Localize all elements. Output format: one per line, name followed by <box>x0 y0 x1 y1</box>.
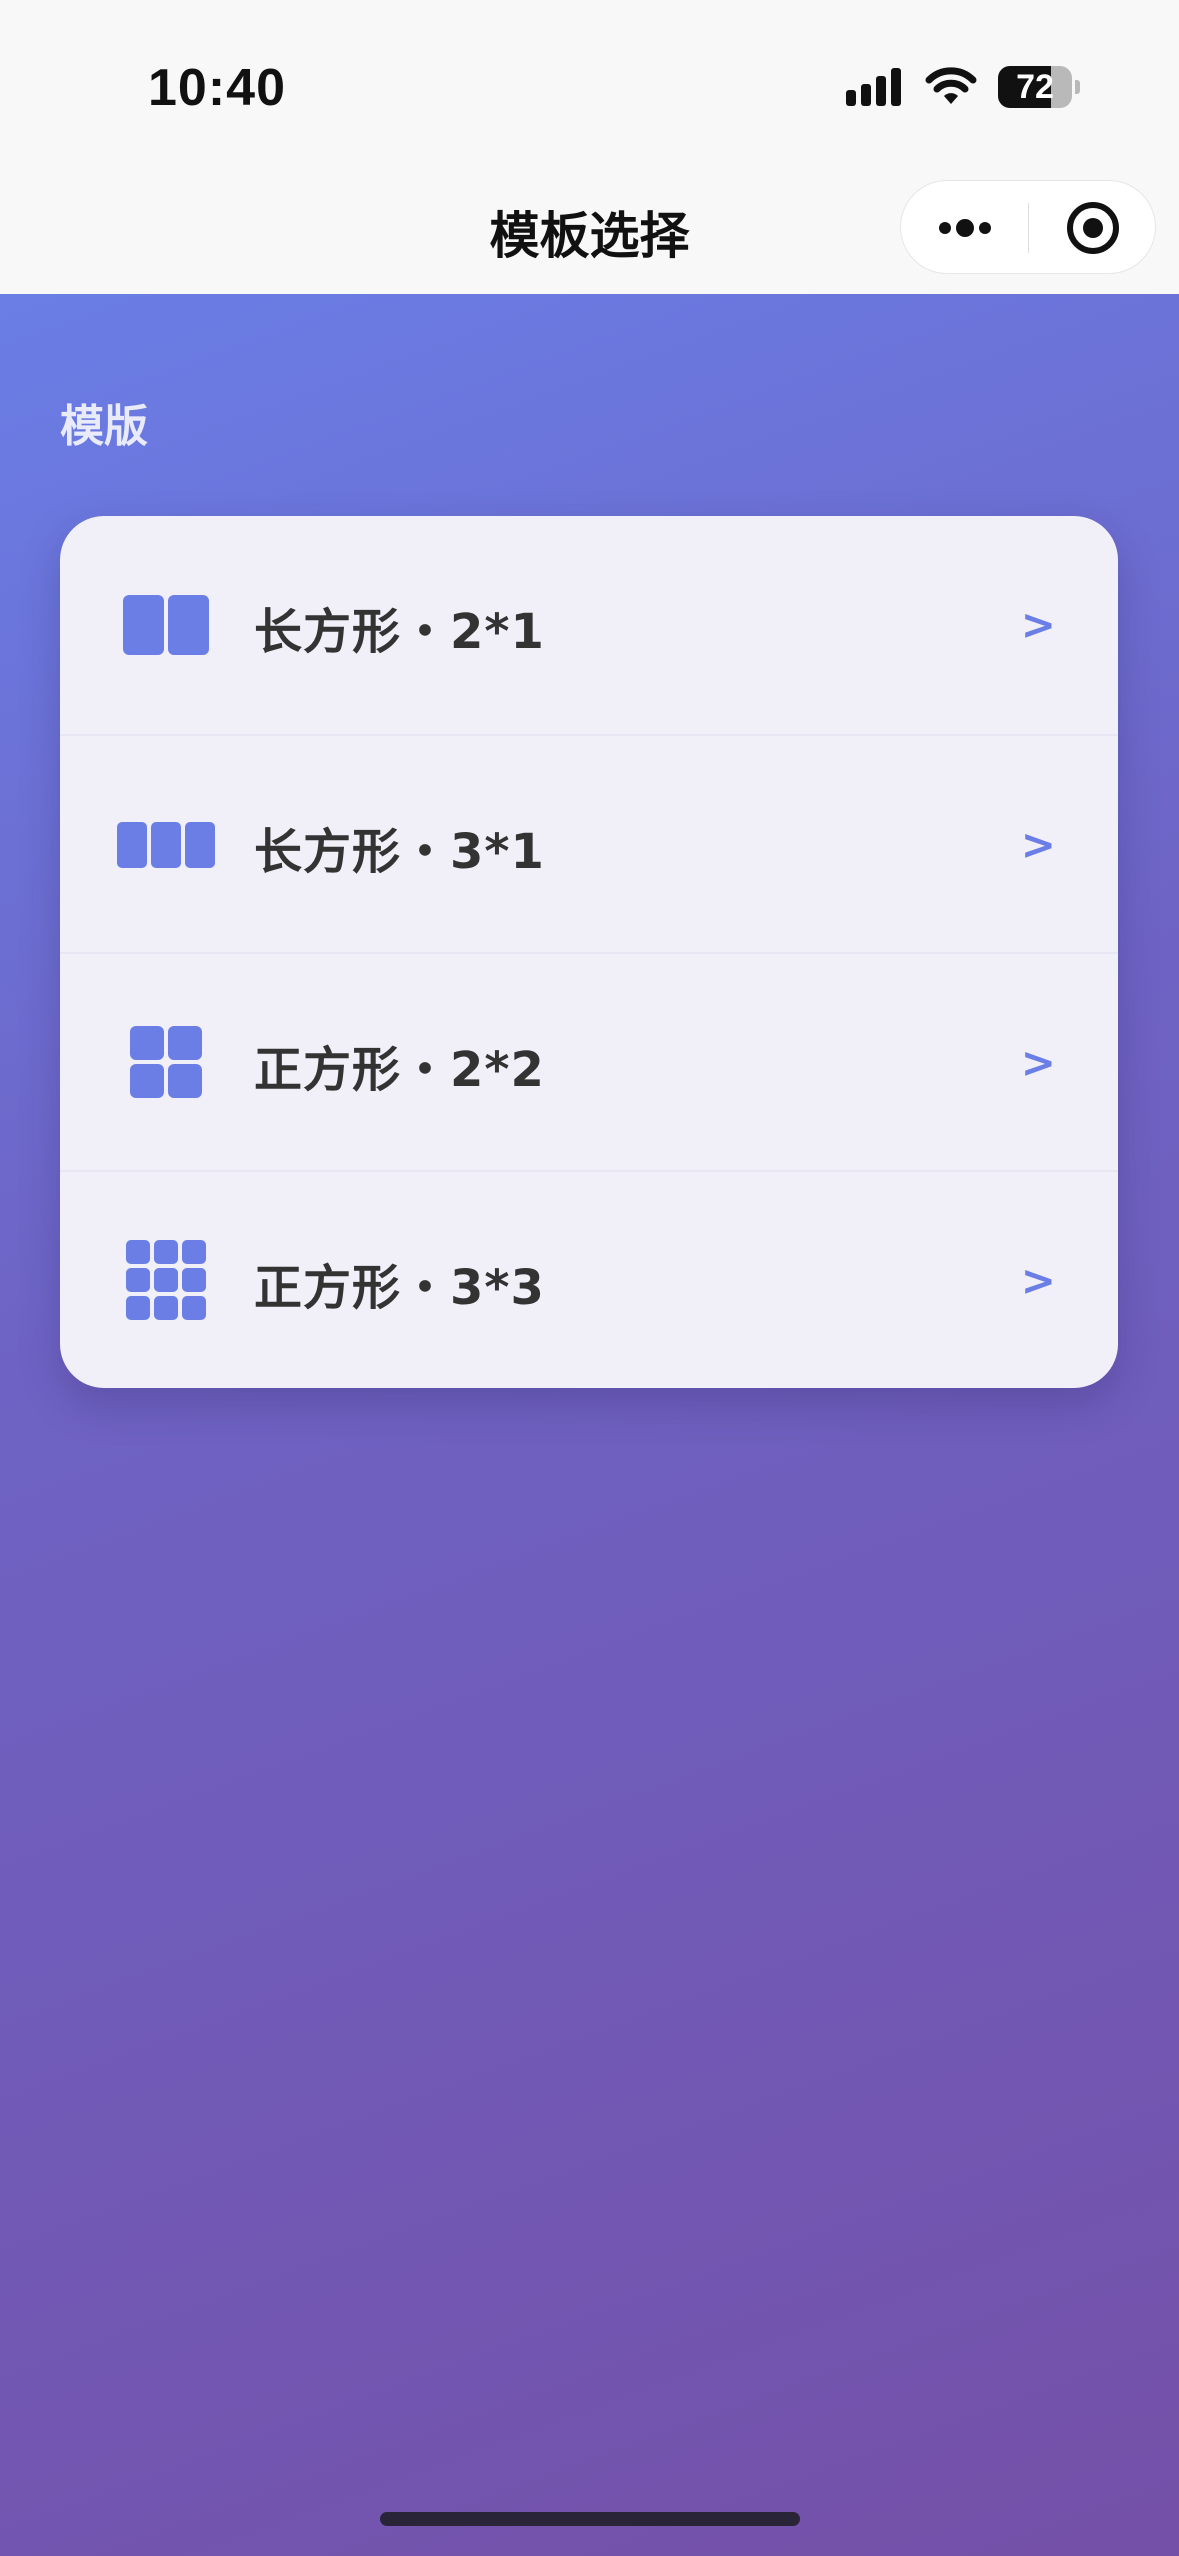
battery-icon: 72 <box>998 66 1080 108</box>
template-label: 长方形・2*1 <box>254 604 545 660</box>
template-row-rect-3x1[interactable]: 长方形・3*1 > <box>60 734 1118 952</box>
template-label: 长方形・3*1 <box>254 824 545 880</box>
home-indicator[interactable] <box>380 2512 800 2526</box>
template-list-card: 长方形・2*1 > 长方形・3*1 > 正方形・2*2 > 正方形・3*3 > <box>60 516 1118 1388</box>
capsule-divider <box>1028 203 1029 253</box>
battery-level: 72 <box>1016 68 1054 106</box>
template-row-rect-2x1[interactable]: 长方形・2*1 > <box>60 516 1118 734</box>
status-bar: 10:40 72 <box>0 0 1179 160</box>
navigation-bar: 模板选择 <box>0 160 1179 294</box>
grid-2x2-icon <box>130 1026 202 1098</box>
template-row-square-2x2[interactable]: 正方形・2*2 > <box>60 952 1118 1170</box>
grid-2x1-icon <box>123 595 209 655</box>
more-icon[interactable] <box>935 208 995 248</box>
wifi-icon <box>925 67 977 104</box>
template-label: 正方形・3*3 <box>254 1260 545 1316</box>
template-label: 正方形・2*2 <box>254 1042 545 1098</box>
grid-3x3-icon <box>126 1240 206 1320</box>
close-circle-icon[interactable] <box>1065 200 1121 256</box>
grid-3x1-icon <box>117 822 215 868</box>
template-row-square-3x3[interactable]: 正方形・3*3 > <box>60 1170 1118 1388</box>
chevron-right-icon: > <box>1020 1038 1056 1087</box>
mini-program-capsule <box>900 180 1156 274</box>
chevron-right-icon: > <box>1020 820 1056 869</box>
main-content: 模版 长方形・2*1 > 长方形・3*1 > 正方形・2*2 > 正方形・3*3… <box>0 294 1179 2556</box>
cellular-signal-icon <box>846 68 901 106</box>
status-time: 10:40 <box>148 59 286 117</box>
chevron-right-icon: > <box>1020 1256 1056 1305</box>
section-title: 模版 <box>60 401 148 452</box>
chevron-right-icon: > <box>1020 600 1056 649</box>
